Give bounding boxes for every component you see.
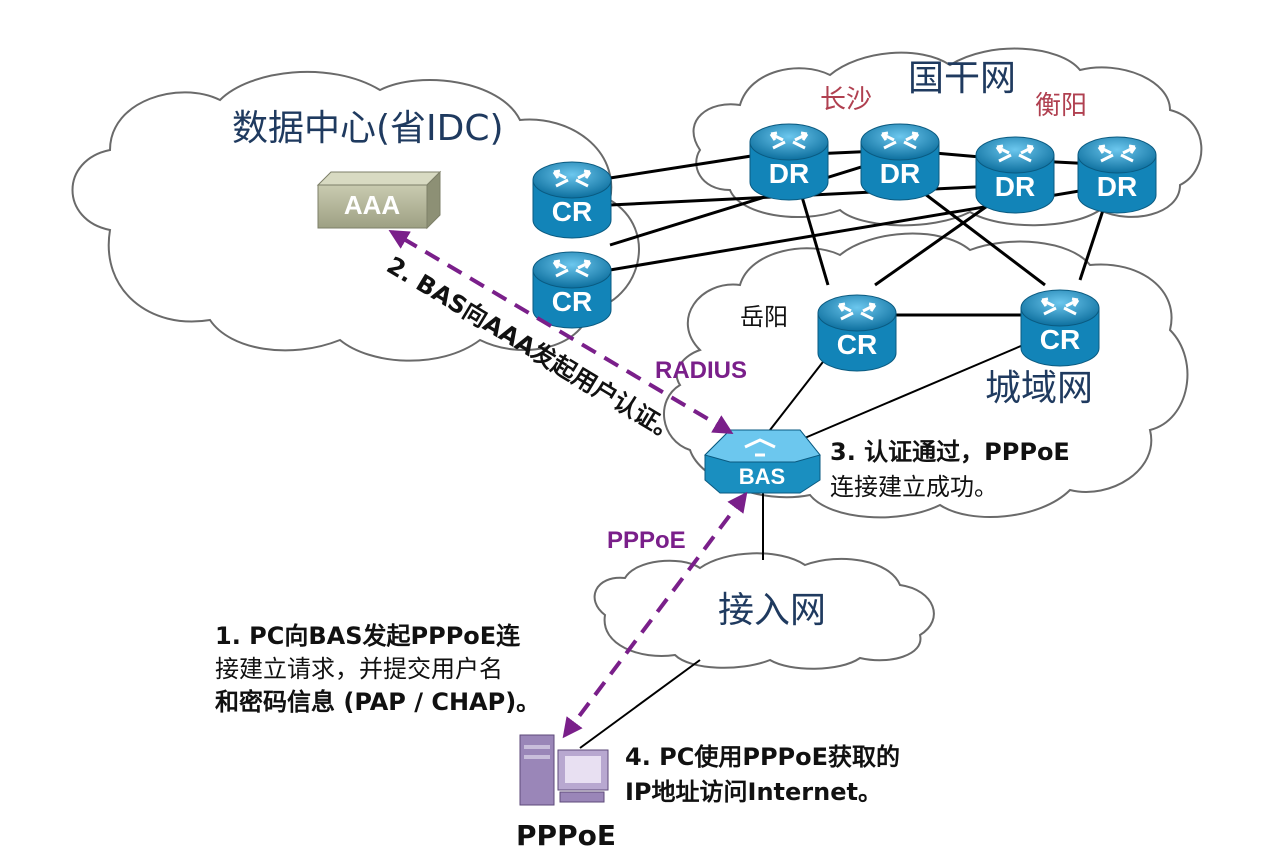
pc-label: PPPoE xyxy=(516,819,616,852)
backbone-dr-router-changsha-2: DR xyxy=(860,123,940,201)
dr-label: DR xyxy=(1097,171,1137,202)
backbone-dr-router-hengyang-2: DR xyxy=(1077,136,1157,214)
aaa-label: AAA xyxy=(344,190,401,220)
step1-line1: 1. PC向BAS发起PPPoE连 xyxy=(215,622,521,650)
cr-label: CR xyxy=(552,286,592,317)
aaa-server: AAA xyxy=(316,170,442,230)
step4-text: 4. PC使用PPPoE获取的 IP地址访问Internet。 xyxy=(625,743,900,806)
step3-line2: 连接建立成功。 xyxy=(830,473,998,501)
pc-icon xyxy=(519,734,609,806)
step4-line1: 4. PC使用PPPoE获取的 xyxy=(625,743,900,771)
pppoe-protocol-label: PPPoE xyxy=(607,527,686,554)
step4-line2: IP地址访问Internet。 xyxy=(625,778,882,806)
dr-label: DR xyxy=(880,158,920,189)
cr-label: CR xyxy=(1040,324,1080,355)
step3-line1: 3. 认证通过，PPPoE xyxy=(830,438,1070,466)
metro-label: 城域网 xyxy=(985,368,1093,409)
cr-label: CR xyxy=(552,196,592,227)
cr-label: CR xyxy=(837,329,877,360)
city-hengyang: 衡阳 xyxy=(1035,91,1087,121)
bas-router: BAS xyxy=(704,429,821,494)
dr-label: DR xyxy=(769,158,809,189)
metro-cr-router-2: CR xyxy=(1020,289,1100,367)
city-yueyang: 岳阳 xyxy=(740,303,788,331)
radius-label: RADIUS xyxy=(655,357,747,384)
city-changsha: 长沙 xyxy=(820,85,872,115)
backbone-dr-router-hengyang-1: DR xyxy=(975,136,1055,214)
dr-label: DR xyxy=(995,171,1035,202)
step1-line3: 和密码信息 (PAP / CHAP)。 xyxy=(215,688,540,716)
access-label: 接入网 xyxy=(718,590,826,631)
idc-cr-router-1: CR xyxy=(532,161,612,239)
metro-cr-router-yueyang: CR xyxy=(817,294,897,372)
backbone-dr-router-changsha-1: DR xyxy=(749,123,829,201)
network-diagram: AAA CRCRDR DR DR DRCR CR BAS 数据中心(省IDC) 国干网 … xyxy=(71,47,1203,852)
datacenter-label: 数据中心(省IDC) xyxy=(232,108,504,149)
bas-label: BAS xyxy=(739,464,785,489)
step1-line2: 接建立请求，并提交用户名 xyxy=(215,655,503,683)
backbone-label: 国干网 xyxy=(908,58,1016,99)
step1-text: 1. PC向BAS发起PPPoE连 接建立请求，并提交用户名 和密码信息 (PA… xyxy=(215,622,540,716)
idc-cr-router-2: CR xyxy=(532,251,612,329)
